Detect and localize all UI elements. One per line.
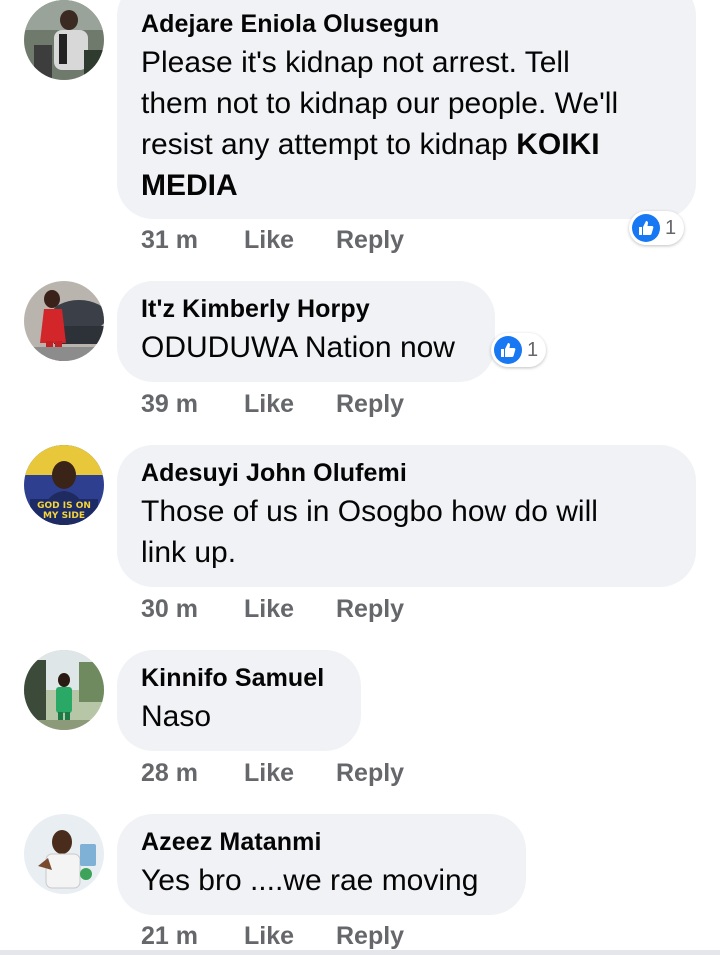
avatar[interactable] [24,0,104,80]
avatar[interactable] [24,814,104,894]
mention-link[interactable]: MEDIA [141,169,238,202]
timestamp[interactable]: 21 m [141,922,198,951]
timestamp[interactable]: 28 m [141,759,198,788]
comment-author[interactable]: Azeez Matanmi [141,828,322,857]
reply-button[interactable]: Reply [336,390,404,419]
svg-text:GOD IS ON: GOD IS ON [37,501,91,511]
avatar[interactable] [24,281,104,361]
reaction-count-number: 1 [665,216,677,239]
comment-bubble: Azeez Matanmi Yes bro ....we rae moving [117,814,526,915]
like-reaction-icon [494,336,522,364]
comment-bubble: Kinnifo Samuel Naso [117,650,361,751]
comment-text: Naso [141,700,212,733]
reaction-count-number: 1 [527,338,539,361]
comment-bubble: Adesuyi John Olufemi Those of us in Osog… [117,445,696,587]
avatar[interactable] [24,650,104,730]
comment-author[interactable]: It'z Kimberly Horpy [141,295,370,324]
like-button[interactable]: Like [244,595,294,624]
reply-button[interactable]: Reply [336,759,404,788]
like-button[interactable]: Like [244,922,294,951]
comment-text: Yes bro ....we rae moving [141,864,479,897]
comment-author[interactable]: Adejare Eniola Olusegun [141,10,439,39]
divider [0,950,720,955]
like-button[interactable]: Like [244,390,294,419]
reply-button[interactable]: Reply [336,922,404,951]
comment-bubble: It'z Kimberly Horpy ODUDUWA Nation now [117,281,495,382]
reaction-count[interactable]: 1 [629,211,685,245]
mention-link[interactable]: KOIKI [516,128,599,161]
comment-text: Those of us in Osogbo how do will link u… [141,495,598,569]
like-button[interactable]: Like [244,226,294,255]
svg-text:MY SIDE: MY SIDE [43,511,85,521]
reply-button[interactable]: Reply [336,226,404,255]
reply-button[interactable]: Reply [336,595,404,624]
like-reaction-icon [632,214,660,242]
comment-bubble: Adejare Eniola Olusegun Please it's kidn… [117,0,696,219]
timestamp[interactable]: 31 m [141,226,198,255]
timestamp[interactable]: 39 m [141,390,198,419]
comment-text: ODUDUWA Nation now [141,331,455,364]
comment-author[interactable]: Kinnifo Samuel [141,664,324,693]
comment-text: Please it's kidnap not arrest. Tell them… [141,46,619,202]
reaction-count[interactable]: 1 [491,333,547,367]
comment-author[interactable]: Adesuyi John Olufemi [141,459,407,488]
avatar[interactable]: GOD IS ON MY SIDE [24,445,104,525]
like-button[interactable]: Like [244,759,294,788]
timestamp[interactable]: 30 m [141,595,198,624]
